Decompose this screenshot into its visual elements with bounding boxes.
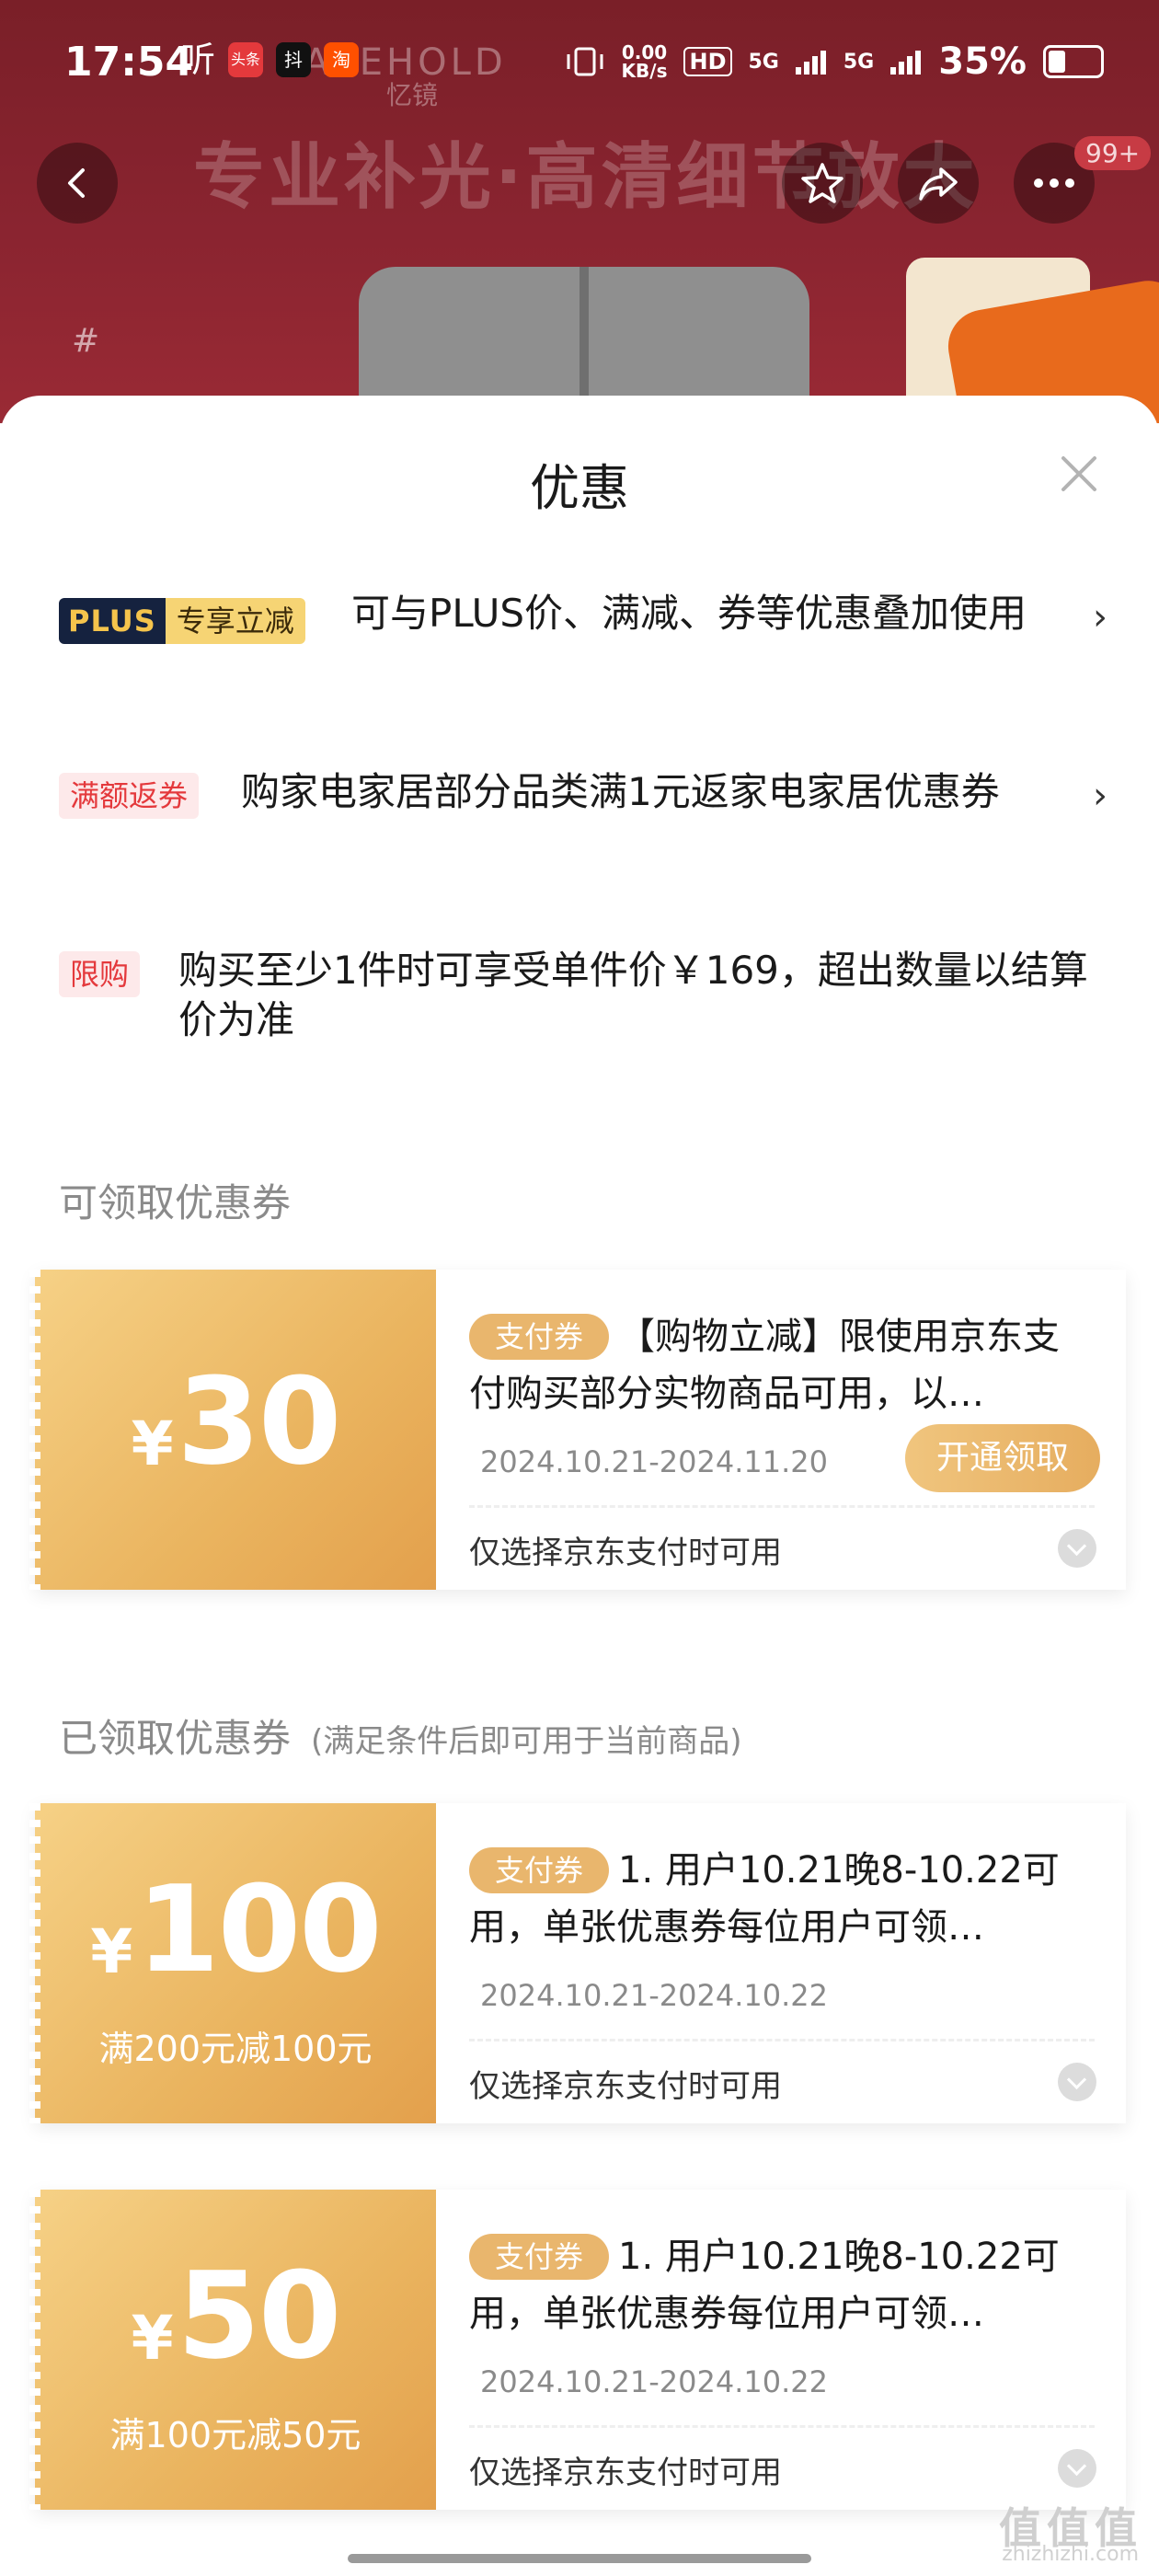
signal-sim2-icon: 5G — [843, 50, 875, 74]
coupon-usage-note: 仅选择京东支付时可用 — [469, 1535, 782, 1571]
currency-symbol: ¥ — [131, 2303, 174, 2374]
chevron-right-icon: › — [1093, 775, 1107, 817]
plus-discount-label: 专享立减 — [165, 598, 305, 644]
coupon-value-panel: ¥100 满200元减100元 — [29, 1803, 436, 2123]
coupon-amount: ¥100 — [35, 1869, 436, 2012]
offer-limit-text: 购买至少1件时可享受单件价￥169，超出数量以结算价为准 — [178, 948, 1088, 1042]
hashtag-label: # — [72, 322, 100, 360]
coupon-validity: 2024.10.21-2024.10.22 — [480, 2364, 828, 2399]
plus-label: PLUS — [59, 598, 166, 644]
notification-icons: 听 头条 抖 淘 — [180, 42, 359, 77]
network-speed-unit: KB/s — [621, 60, 668, 82]
coupon-threshold: 满100元减50元 — [109, 2415, 361, 2455]
coupon-amount-value: 50 — [177, 2246, 342, 2386]
coupon-details: 支付券 1. 用户10.21晚8-10.22可用，单张优惠券每位用户可领… 202… — [469, 1803, 1113, 2123]
expand-chevron-icon[interactable] — [1058, 2449, 1096, 2488]
offer-rebate-text: 购家电家居部分品类满1元返家电家居优惠券 — [241, 769, 1000, 814]
claim-coupon-button[interactable]: 开通领取 — [905, 1424, 1100, 1492]
chevron-right-icon: › — [1093, 596, 1107, 638]
battery-percent: 35% — [938, 40, 1027, 83]
coupon-description: 支付券 1. 用户10.21晚8-10.22可用，单张优惠券每位用户可领… — [469, 1842, 1076, 1956]
home-indicator[interactable] — [348, 2554, 811, 2563]
status-bar: 17:54 听 头条 抖 淘 0.00 KB/s HD 5G 5G 35% — [0, 0, 1159, 120]
coupon-value-panel: ¥30 — [29, 1270, 436, 1590]
coupon-validity: 2024.10.21-2024.10.22 — [480, 1978, 828, 2013]
vibrate-icon — [567, 47, 603, 76]
rebate-tag: 满额返券 — [59, 773, 200, 819]
offer-rebate-coupon[interactable]: 满额返券 购家电家居部分品类满1元返家电家居优惠券 › — [59, 767, 1107, 878]
clock: 17:54 — [64, 39, 194, 86]
close-icon[interactable] — [1056, 451, 1102, 497]
coupon-description: 支付券 1. 用户10.21晚8-10.22可用，单张优惠券每位用户可领… — [469, 2228, 1076, 2342]
claimed-coupons-label: 已领取优惠券 — [59, 1716, 292, 1761]
coupon-amount: ¥50 — [35, 2256, 436, 2398]
coupon-usage-note: 仅选择京东支付时可用 — [469, 2455, 782, 2491]
back-arrow-icon — [68, 168, 85, 198]
coupon-description: 支付券 【购物立减】限使用京东支付购买部分实物商品可用，以… — [469, 1308, 1076, 1422]
signal-bars-2-icon — [890, 51, 922, 75]
available-coupons-heading: 可领取优惠券 — [59, 1180, 292, 1225]
message-count-badge: 99+ — [1074, 136, 1152, 170]
coupon-amount-value: 100 — [136, 1859, 382, 1999]
share-icon — [919, 167, 958, 201]
plus-tag: PLUS 专享立减 — [59, 598, 305, 644]
hd-voice-icon: HD — [683, 47, 732, 76]
coupon-value-panel: ¥50 满100元减50元 — [29, 2190, 436, 2510]
taobao-app-icon: 淘 — [324, 42, 359, 77]
coupon-details: 支付券 【购物立减】限使用京东支付购买部分实物商品可用，以… 2024.10.21… — [469, 1270, 1113, 1590]
signal-sim1-icon: 5G — [748, 50, 779, 74]
network-speed-value: 0.00 — [621, 41, 668, 63]
discount-sheet: 优惠 PLUS 专享立减 可与PLUS价、满减、券等优惠叠加使用 › 满额返券 … — [0, 396, 1159, 2576]
coupon-card: ¥50 满100元减50元 支付券 1. 用户10.21晚8-10.22可用，单张… — [29, 2190, 1126, 2510]
coupon-type-tag: 支付券 — [469, 2234, 610, 2280]
offer-purchase-limit: 限购 购买至少1件时可享受单件价￥169，超出数量以结算价为准 — [59, 946, 1107, 1056]
expand-chevron-icon[interactable] — [1058, 2063, 1096, 2101]
star-icon — [801, 163, 843, 203]
system-indicators: 0.00 KB/s HD 5G 5G 35% — [565, 40, 1104, 83]
share-button[interactable] — [898, 143, 979, 224]
site-watermark-url: zhizhizhi.com — [1002, 2543, 1139, 2566]
coupon-card: ¥100 满200元减100元 支付券 1. 用户10.21晚8-10.22可用，… — [29, 1803, 1126, 2123]
coupon-divider — [469, 2425, 1095, 2428]
network-speed: 0.00 KB/s — [622, 43, 668, 80]
more-dots-icon — [1034, 178, 1074, 188]
limit-tag: 限购 — [59, 951, 141, 997]
currency-symbol: ¥ — [90, 1916, 132, 1987]
claimed-coupons-heading: 已领取优惠券 (满足条件后即可用于当前商品) — [59, 1708, 742, 1764]
currency-symbol: ¥ — [131, 1409, 174, 1479]
coupon-usage-note: 仅选择京东支付时可用 — [469, 2068, 782, 2105]
coupon-validity: 2024.10.21-2024.11.20 — [480, 1444, 828, 1479]
offer-plus-text: 可与PLUS价、满减、券等优惠叠加使用 — [351, 591, 1027, 636]
douyin-app-icon: 抖 — [276, 42, 311, 77]
coupon-divider — [469, 2039, 1095, 2041]
battery-icon — [1043, 45, 1104, 78]
product-page-background: ASEHOLD 忆镜 专业补光·高清细节放大 # 99+ 17:54 听 头条 … — [0, 0, 1159, 423]
coupon-amount-value: 30 — [177, 1351, 342, 1491]
back-button[interactable] — [37, 143, 118, 224]
coupon-divider — [469, 1505, 1095, 1508]
expand-chevron-icon[interactable] — [1058, 1529, 1096, 1568]
offer-plus[interactable]: PLUS 专享立减 可与PLUS价、满减、券等优惠叠加使用 › — [59, 589, 1107, 699]
favorite-button[interactable] — [782, 143, 863, 224]
coupon-threshold: 满200元减100元 — [98, 2029, 373, 2069]
coupon-type-tag: 支付券 — [469, 1314, 610, 1360]
coupon-card: ¥30 支付券 【购物立减】限使用京东支付购买部分实物商品可用，以… 2024.1… — [29, 1270, 1126, 1590]
toutiao-app-icon: 头条 — [228, 42, 263, 77]
sheet-title: 优惠 — [530, 459, 629, 517]
coupon-amount: ¥30 — [35, 1362, 436, 1504]
claimed-coupons-hint: (满足条件后即可用于当前商品) — [311, 1723, 742, 1760]
signal-bars-icon — [795, 51, 826, 75]
ting-app-icon: 听 — [180, 40, 216, 80]
coupon-details: 支付券 1. 用户10.21晚8-10.22可用，单张优惠券每位用户可领… 202… — [469, 2190, 1113, 2510]
coupon-type-tag: 支付券 — [469, 1847, 610, 1893]
